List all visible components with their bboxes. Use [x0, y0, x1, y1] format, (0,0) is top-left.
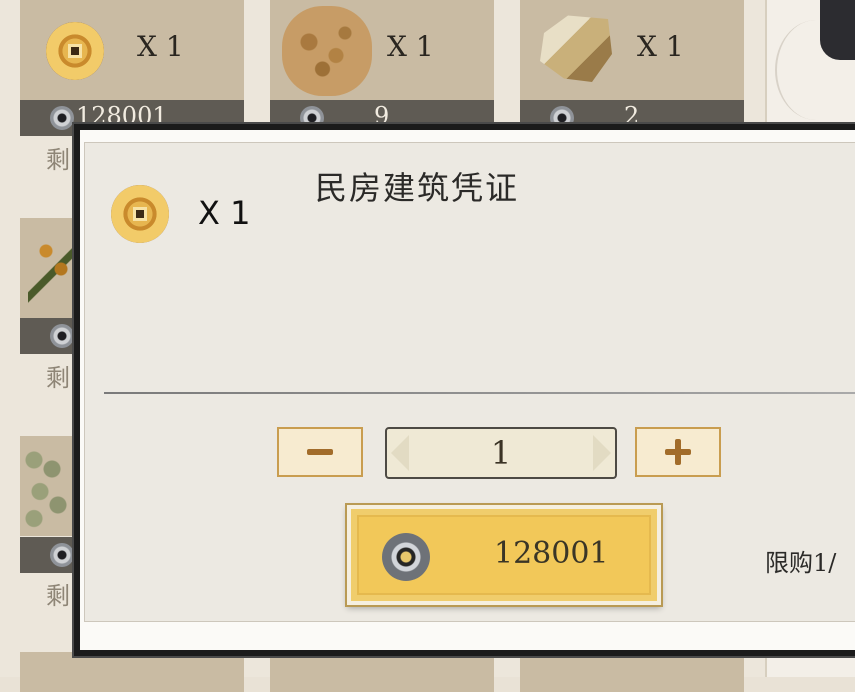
silver-coin-icon — [50, 543, 74, 567]
remaining-label: 剩 — [46, 364, 70, 392]
wood-icon — [540, 15, 612, 82]
dialog-divider — [104, 392, 855, 394]
buy-price: 128001 — [494, 536, 609, 571]
item-qty: X 1 — [387, 30, 434, 63]
price-bar — [20, 537, 80, 573]
quantity-field[interactable]: 1 — [385, 427, 617, 479]
beans-icon — [22, 442, 82, 532]
silver-coin-icon — [50, 324, 74, 348]
character-robe — [820, 0, 855, 60]
silver-coin-icon — [382, 533, 430, 581]
shop-item-card-6[interactable] — [20, 652, 244, 692]
copper-coin-icon — [111, 185, 169, 243]
silver-coin-icon — [50, 106, 74, 130]
remaining-label: 剩 — [46, 582, 70, 610]
item-qty: X 1 — [637, 30, 684, 63]
item-qty: X 1 — [137, 30, 184, 63]
shop-item-card-1[interactable]: X 1 — [20, 0, 244, 100]
decrease-quantity-button[interactable] — [277, 427, 363, 477]
shop-item-card-3[interactable]: X 1 — [520, 0, 744, 100]
remaining-label: 剩 — [46, 146, 70, 174]
plus-icon — [665, 439, 691, 465]
minus-icon — [307, 449, 333, 455]
increase-quantity-button[interactable] — [635, 427, 721, 477]
grain-icon — [282, 6, 372, 96]
dialog-item-qty: X 1 — [198, 194, 251, 232]
shop-item-card-5[interactable] — [20, 436, 82, 536]
dialog-title: 民房建筑凭证 — [315, 169, 520, 207]
shop-item-card-8[interactable] — [520, 652, 744, 692]
shop-item-card-7[interactable] — [270, 652, 494, 692]
purchase-limit-label: 限购1/ — [765, 549, 837, 577]
shop-item-card-2[interactable]: X 1 — [270, 0, 494, 100]
shop-item-card-4[interactable] — [20, 218, 88, 318]
price-bar — [20, 318, 80, 354]
copper-coin-icon — [46, 22, 104, 80]
